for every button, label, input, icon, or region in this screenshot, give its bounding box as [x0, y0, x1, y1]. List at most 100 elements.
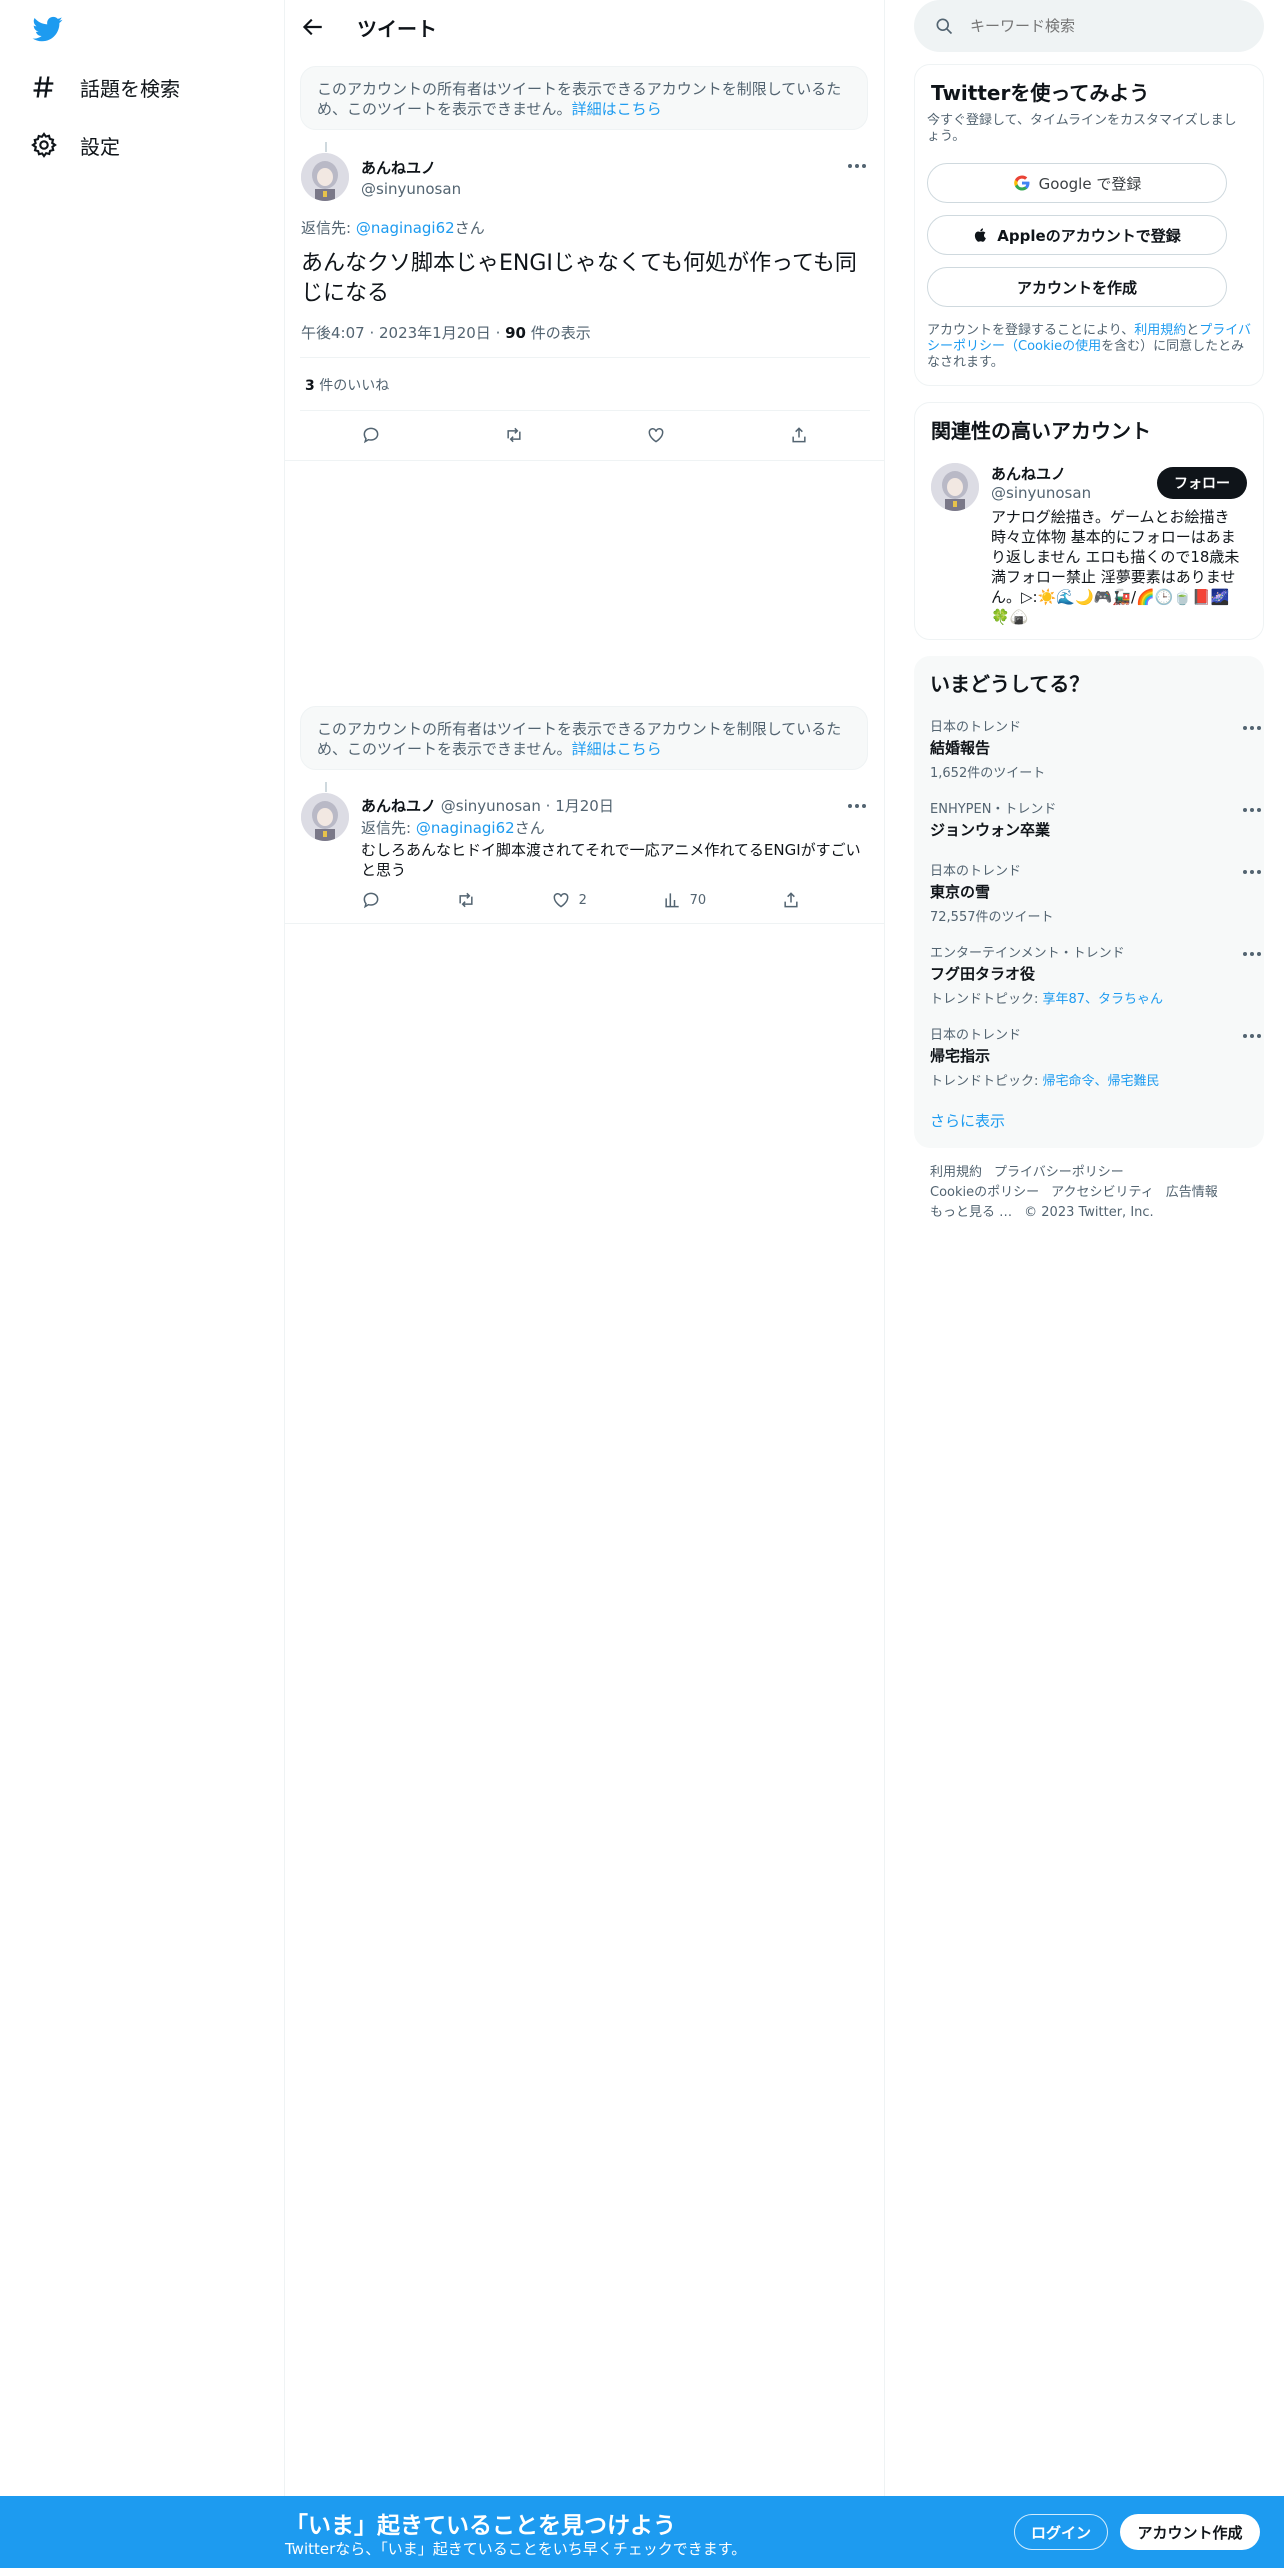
retweet-icon[interactable]: [456, 890, 476, 910]
reply-author: あんねユノ @sinyunosan · 1月20日: [361, 797, 614, 815]
terms-prefix: アカウントを登録することにより、: [927, 323, 1135, 338]
reply-to-link[interactable]: @naginagi62: [416, 819, 515, 837]
views-button[interactable]: 70: [662, 890, 707, 910]
relevant-title: 関連性の高いアカウント: [931, 419, 1151, 443]
tweet-time[interactable]: 午後4:07: [301, 324, 365, 342]
reply-icon[interactable]: [361, 425, 381, 445]
tweet-text: あんなクソ脚本じゃENGIじゃなくても何処が作っても同じになる: [301, 251, 857, 306]
footer-ads-link[interactable]: 広告情報: [1166, 1185, 1218, 1200]
views-count: 70: [689, 892, 707, 908]
relevant-accounts-card: 関連性の高いアカウント あんねユノ @sinyunosan フォロー アナログ絵…: [914, 402, 1264, 640]
back-arrow-icon[interactable]: [299, 14, 325, 40]
more-options-icon[interactable]: [1240, 942, 1264, 966]
relevant-author[interactable]: あんねユノ @sinyunosan: [991, 463, 1091, 502]
reply-to-link[interactable]: @naginagi62: [356, 219, 455, 237]
nav-explore-label: 話題を検索: [80, 76, 180, 101]
footer-terms-link[interactable]: 利用規約: [930, 1165, 982, 1180]
footer-cookie-link[interactable]: Cookieのポリシー: [930, 1185, 1039, 1200]
views-count: 90: [505, 324, 526, 342]
avatar[interactable]: [301, 793, 349, 841]
retweet-icon[interactable]: [504, 425, 524, 445]
heart-icon[interactable]: [646, 425, 666, 445]
more-options-icon[interactable]: [1240, 1024, 1264, 1048]
page-title: ツイート: [357, 17, 437, 41]
trend-topics-link[interactable]: 享年87、タラちゃん: [1043, 992, 1164, 1007]
reply-to: 返信先: @naginagi62さん: [361, 817, 545, 838]
footer-more-link[interactable]: もっと見る …: [930, 1205, 1012, 1220]
divider: [285, 460, 885, 461]
account-bio: アナログ絵描き。ゲームとお絵描き時々立体物 基本的にフォローはあまり返しません …: [991, 508, 1240, 626]
tweet-author[interactable]: あんねユノ @sinyunosan: [361, 157, 461, 198]
author-handle[interactable]: @sinyunosan: [441, 797, 541, 815]
search-box[interactable]: [914, 0, 1264, 52]
reply-icon[interactable]: [361, 890, 381, 910]
apple-signup-label: Appleのアカウントで登録: [997, 226, 1181, 245]
tweet-date[interactable]: 2023年1月20日: [379, 324, 491, 342]
reply-date[interactable]: 1月20日: [555, 797, 614, 815]
more-options-icon[interactable]: [1240, 798, 1264, 822]
restricted-notice-link[interactable]: 詳細はこちら: [572, 740, 662, 758]
heart-icon: [553, 892, 568, 908]
avatar[interactable]: [301, 153, 349, 201]
trend-item[interactable]: ENHYPEN・トレンド ジョンウォン卒業: [930, 798, 1261, 840]
page-header: ツイート: [285, 0, 885, 53]
terms-and: と: [1186, 323, 1200, 338]
login-button[interactable]: ログイン: [1014, 2514, 1108, 2550]
trend-topics-link[interactable]: 帰宅命令、帰宅難民: [1043, 1074, 1160, 1089]
footer-accessibility-link[interactable]: アクセシビリティ: [1051, 1185, 1154, 1200]
show-more-link[interactable]: さらに表示: [930, 1110, 1005, 1131]
share-icon[interactable]: [781, 890, 801, 910]
more-options-icon[interactable]: [1240, 716, 1264, 740]
more-options-icon[interactable]: [1240, 860, 1264, 884]
more-options-icon[interactable]: [845, 154, 869, 178]
author-name[interactable]: あんねユノ: [991, 463, 1091, 484]
trend-item[interactable]: 日本のトレンド 東京の雪 72,557件のツイート: [930, 860, 1261, 925]
reply-to-prefix: 返信先:: [301, 219, 356, 237]
restricted-notice-link[interactable]: 詳細はこちら: [572, 100, 662, 118]
terms-link[interactable]: 利用規約: [1134, 323, 1186, 338]
author-handle[interactable]: @sinyunosan: [361, 180, 461, 198]
trend-item[interactable]: 日本のトレンド 帰宅指示 トレンドトピック: 帰宅命令、帰宅難民: [930, 1024, 1261, 1089]
author-name[interactable]: あんねユノ: [361, 157, 461, 178]
search-input[interactable]: [970, 14, 1240, 38]
apple-icon: [975, 228, 987, 242]
reply-actions: 2 70: [361, 888, 801, 912]
trend-item[interactable]: 日本のトレンド 結婚報告 1,652件のツイート: [930, 716, 1261, 781]
trend-topics: トレンドトピック: 帰宅命令、帰宅難民: [930, 1070, 1250, 1089]
likes-label: 件のいいね: [319, 378, 390, 394]
trend-count: 1,652件のツイート: [930, 766, 1046, 781]
signup-button[interactable]: アカウント作成: [1120, 2514, 1260, 2550]
analytics-icon: [664, 893, 679, 908]
left-navigation: 話題を検索 設定: [0, 0, 285, 2568]
trend-name: 結婚報告: [930, 739, 991, 757]
trend-item[interactable]: エンターテインメント・トレンド フグ田タラオ役 トレンドトピック: 享年87、タ…: [930, 942, 1261, 1007]
nav-explore[interactable]: 話題を検索: [30, 67, 180, 107]
thread-line: [325, 142, 327, 152]
create-account-button[interactable]: アカウントを作成: [927, 267, 1227, 307]
divider: [300, 410, 870, 411]
likes-summary[interactable]: 3 件のいいね: [305, 375, 389, 395]
trend-meta: 日本のトレンド: [930, 1028, 1022, 1043]
footer-links: 利用規約 プライバシーポリシー Cookieのポリシー アクセシビリティ 広告情報 も…: [930, 1163, 1250, 1223]
footer-privacy-link[interactable]: プライバシーポリシー: [994, 1165, 1124, 1180]
author-handle[interactable]: @sinyunosan: [991, 484, 1091, 502]
google-signup-button[interactable]: Google で登録: [927, 163, 1227, 203]
avatar[interactable]: [931, 463, 979, 511]
twitter-logo-icon[interactable]: [30, 14, 66, 44]
nav-settings[interactable]: 設定: [30, 125, 120, 165]
create-account-label: アカウントを作成: [1016, 278, 1137, 297]
trend-meta: 日本のトレンド: [930, 864, 1022, 879]
like-button[interactable]: 2: [551, 890, 587, 910]
more-options-icon[interactable]: [845, 794, 869, 818]
restricted-notice: このアカウントの所有者はツイートを表示できるアカウントを制限しているため、このツ…: [300, 66, 868, 130]
hashtag-icon: [33, 76, 54, 98]
author-name[interactable]: あんねユノ: [361, 797, 436, 815]
reply-text: むしろあんなヒドイ脚本渡されてそれで一応アニメ作れてるENGIがすごいと思う: [361, 841, 861, 879]
tweet-timestamp: 午後4:07 · 2023年1月20日 · 90 件の表示: [301, 324, 591, 342]
follow-button[interactable]: フォロー: [1157, 467, 1247, 499]
main-column: ツイート このアカウントの所有者はツイートを表示できるアカウントを制限しているた…: [285, 0, 885, 2568]
share-icon[interactable]: [789, 425, 809, 445]
apple-signup-button[interactable]: Appleのアカウントで登録: [927, 215, 1227, 255]
thread-line: [325, 782, 327, 792]
trend-topics-label: トレンドトピック:: [930, 992, 1043, 1007]
